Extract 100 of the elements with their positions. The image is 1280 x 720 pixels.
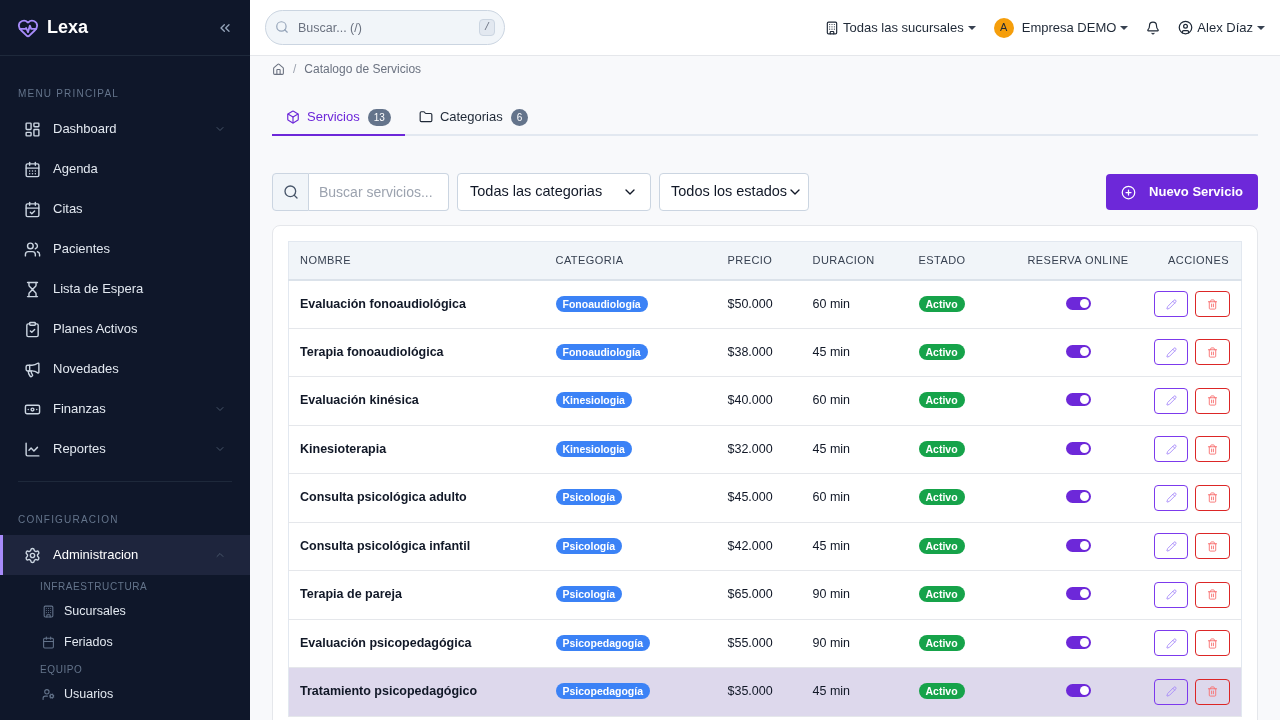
sidebar-item[interactable]: Lista de Espera bbox=[0, 269, 250, 309]
pencil-icon bbox=[1165, 395, 1177, 407]
trash-icon bbox=[1207, 346, 1218, 358]
category-tag: Kinesiologia bbox=[555, 440, 632, 457]
pencil-icon bbox=[1165, 492, 1177, 504]
price-text: $38.000 bbox=[727, 344, 773, 359]
trash-icon bbox=[1207, 637, 1218, 649]
delete-button[interactable] bbox=[1195, 533, 1230, 560]
table-row[interactable]: Evaluación psicopedagógica Psicopedagogía $55.000 90 min Activo bbox=[288, 619, 1242, 668]
trash-icon bbox=[1207, 298, 1218, 310]
online-toggle[interactable] bbox=[1065, 538, 1091, 552]
edit-button[interactable] bbox=[1154, 630, 1188, 657]
breadcrumb-item: Catalogo de Servicios bbox=[304, 61, 422, 78]
edit-button[interactable] bbox=[1154, 436, 1188, 463]
service-name: Consulta psicológica infantil bbox=[300, 538, 471, 553]
online-toggle[interactable] bbox=[1065, 635, 1091, 649]
category-tag: Psicología bbox=[555, 586, 622, 603]
subsection-title: EQUIPO bbox=[39, 663, 84, 677]
column-header: RESERVA ONLINE bbox=[1027, 254, 1129, 266]
edit-button[interactable] bbox=[1154, 533, 1188, 560]
section-title: CONFIGURACION bbox=[17, 513, 120, 527]
caret-icon bbox=[967, 25, 976, 30]
category-tag: Psicología bbox=[555, 537, 622, 554]
sidebar-item[interactable]: Citas bbox=[0, 189, 250, 229]
delete-button[interactable] bbox=[1195, 339, 1230, 366]
price-text: $40.000 bbox=[727, 393, 773, 408]
table-row[interactable]: Terapia fonoaudiológica Fonoaudiología $38.000 45 min Activo bbox=[288, 328, 1242, 377]
user-icon bbox=[1178, 20, 1194, 35]
delete-button[interactable] bbox=[1195, 581, 1230, 608]
branch-dropdown[interactable]: Todas las sucursales bbox=[825, 17, 976, 38]
table-row[interactable]: Evaluación fonoaudiológica Fonoaudiología $50.000 60 min Activo bbox=[288, 279, 1242, 328]
status-tag: Activo bbox=[918, 586, 965, 603]
search-icon bbox=[282, 184, 299, 200]
new-service-button[interactable]: Nuevo Servicio bbox=[1106, 174, 1258, 210]
calendar-icon bbox=[24, 160, 41, 178]
users-icon bbox=[24, 240, 41, 258]
online-toggle[interactable] bbox=[1065, 684, 1091, 698]
trash-icon bbox=[1207, 492, 1218, 504]
duration-text: 60 min bbox=[812, 490, 851, 505]
sidebar-item[interactable]: Dashboard bbox=[0, 109, 250, 149]
delete-button[interactable] bbox=[1195, 630, 1230, 657]
user-dropdown[interactable]: Alex Díaz bbox=[1178, 17, 1265, 38]
edit-button[interactable] bbox=[1154, 387, 1188, 414]
table-row[interactable]: Consulta psicológica adulto Psicología $45.000 60 min Activo bbox=[288, 473, 1242, 522]
online-toggle[interactable] bbox=[1065, 344, 1091, 358]
price-text: $45.000 bbox=[727, 490, 773, 505]
table-row[interactable]: Terapia de pareja Psicología $65.000 90 min Activo bbox=[288, 570, 1242, 619]
sidebar-item[interactable]: Reportes bbox=[0, 429, 250, 469]
duration-text: 60 min bbox=[812, 296, 851, 311]
status-tag: Activo bbox=[918, 343, 965, 360]
sidebar-item[interactable]: Agenda bbox=[0, 149, 250, 189]
service-search-field[interactable]: Buscar servicios... bbox=[309, 173, 449, 211]
online-toggle[interactable] bbox=[1065, 490, 1091, 504]
delete-button[interactable] bbox=[1195, 678, 1230, 705]
sidebar-item[interactable]: Administracion bbox=[0, 535, 250, 575]
sidebar-item[interactable]: Finanzas bbox=[0, 389, 250, 429]
table-row[interactable]: Kinesioterapia Kinesiologia $32.000 45 min Activo bbox=[288, 425, 1242, 474]
plus-circle-icon bbox=[1121, 184, 1137, 200]
tab[interactable]: Servicios 13 bbox=[272, 100, 405, 136]
folder-icon bbox=[418, 110, 433, 124]
sidebar-subitem[interactable]: Sucursales bbox=[0, 596, 250, 627]
home-icon[interactable] bbox=[272, 62, 285, 76]
pencil-icon bbox=[1165, 298, 1177, 310]
edit-button[interactable] bbox=[1154, 484, 1188, 511]
online-toggle[interactable] bbox=[1065, 441, 1091, 455]
tab[interactable]: Categorias 6 bbox=[404, 100, 543, 136]
category-select[interactable]: Todas las categorias bbox=[457, 173, 651, 211]
sidebar-subitem[interactable]: Feriados bbox=[0, 627, 250, 658]
status-select[interactable]: Todos los estados bbox=[659, 173, 809, 211]
online-toggle[interactable] bbox=[1065, 393, 1091, 407]
sidebar-item[interactable]: Pacientes bbox=[0, 229, 250, 269]
delete-button[interactable] bbox=[1195, 484, 1230, 511]
sidebar-item[interactable]: Novedades bbox=[0, 349, 250, 389]
delete-button[interactable] bbox=[1195, 387, 1230, 414]
edit-button[interactable] bbox=[1154, 339, 1188, 366]
delete-button[interactable] bbox=[1195, 291, 1230, 317]
sidebar-subitem[interactable]: Usuarios bbox=[0, 679, 250, 710]
price-text: $32.000 bbox=[727, 441, 773, 456]
edit-button[interactable] bbox=[1154, 581, 1188, 608]
hourglass-icon bbox=[24, 280, 41, 298]
duration-text: 45 min bbox=[812, 441, 851, 456]
online-toggle[interactable] bbox=[1065, 296, 1091, 310]
dashboard-icon bbox=[24, 120, 41, 138]
trash-icon bbox=[1207, 443, 1218, 455]
edit-button[interactable] bbox=[1154, 678, 1188, 705]
price-text: $55.000 bbox=[727, 635, 773, 650]
edit-button[interactable] bbox=[1154, 291, 1188, 317]
online-toggle[interactable] bbox=[1065, 587, 1091, 601]
delete-button[interactable] bbox=[1195, 436, 1230, 463]
table-row[interactable]: Evaluación kinésica Kinesiologia $40.000 60 min Activo bbox=[288, 376, 1242, 425]
company-dropdown[interactable]: A Empresa DEMO bbox=[993, 17, 1129, 38]
sidebar-item[interactable]: Planes Activos bbox=[0, 309, 250, 349]
status-tag: Activo bbox=[918, 392, 965, 409]
table-row[interactable]: Consulta psicológica infantil Psicología $42.000 45 min Activo bbox=[288, 522, 1242, 571]
column-header: CATEGORIA bbox=[555, 254, 624, 266]
company-avatar: A bbox=[993, 17, 1014, 38]
trash-icon bbox=[1207, 540, 1218, 552]
notifications-button[interactable] bbox=[1146, 20, 1161, 35]
category-tag: Fonoaudiología bbox=[555, 343, 648, 360]
status-tag: Activo bbox=[918, 440, 965, 457]
